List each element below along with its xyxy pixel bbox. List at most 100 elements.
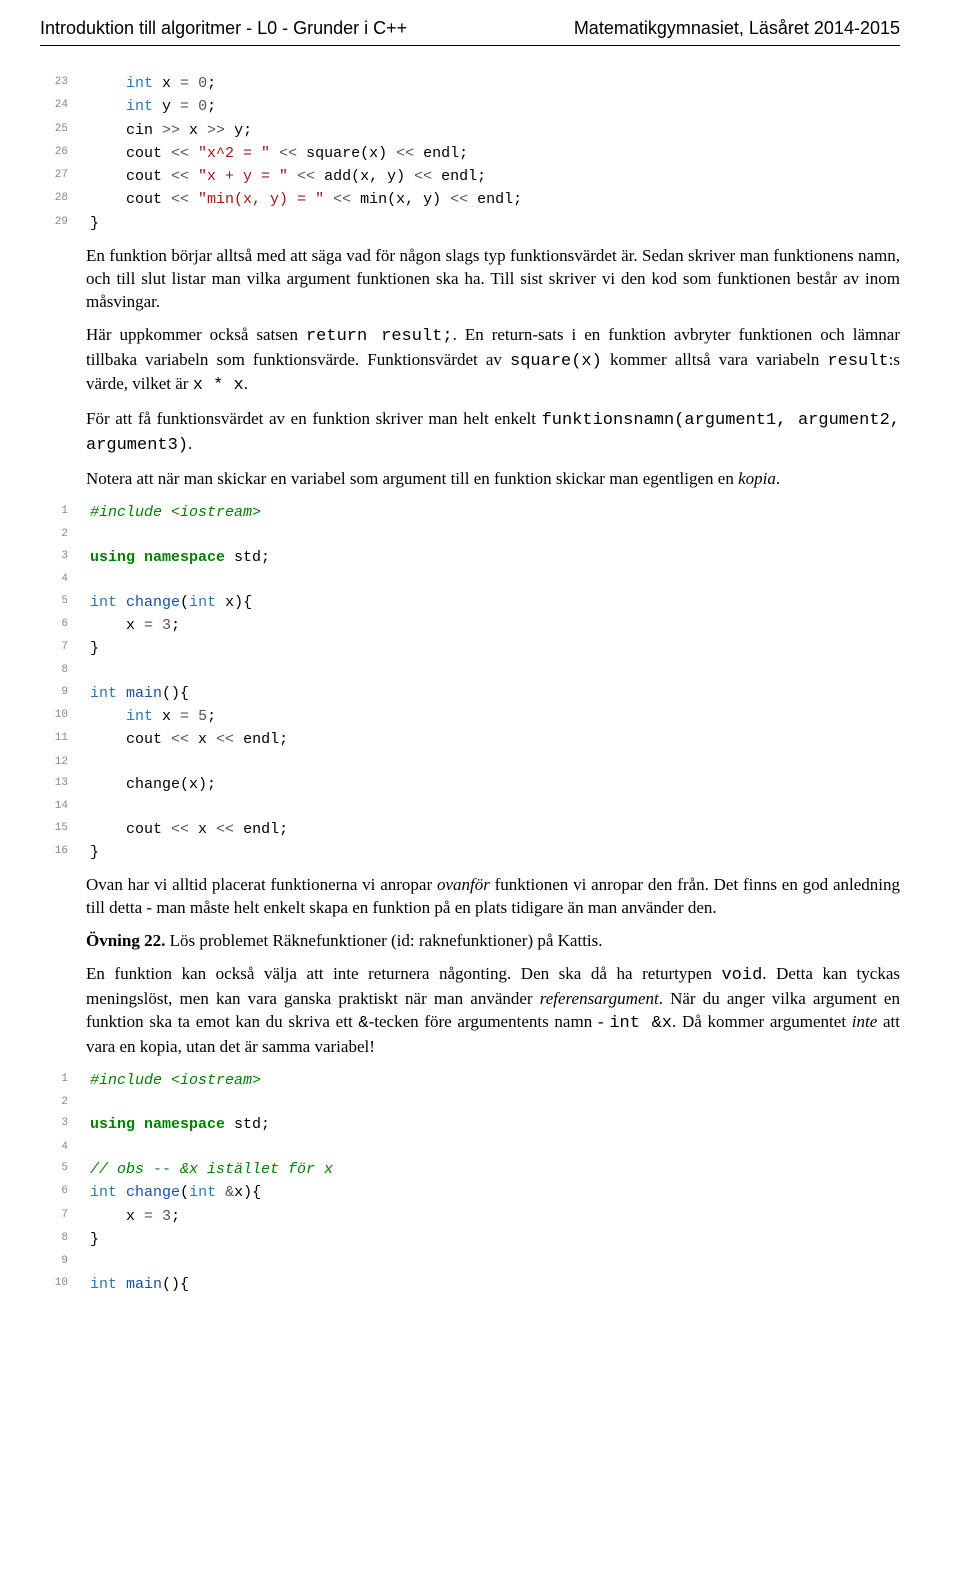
line-number: 6 [40,1181,90,1204]
line-number: 6 [40,614,90,637]
code-line: 9int main(){ [40,682,900,705]
code-line: 4 [40,1137,900,1158]
page-header: Introduktion till algoritmer - L0 - Grun… [40,0,900,46]
code-line: 10int main(){ [40,1273,900,1296]
line-number: 5 [40,1158,90,1181]
code-line: 8} [40,1228,900,1251]
text: . [244,374,248,393]
code-block-1: 23 int x = 0;24 int y = 0;25 cin >> x >>… [40,72,900,235]
code-text: cout << "x + y = " << add(x, y) << endl; [90,165,900,188]
code-text [90,1137,900,1158]
line-number: 12 [40,752,90,773]
code-text [90,1251,900,1272]
code-text: #include <iostream> [90,1069,900,1092]
code-text: int change(int &x){ [90,1181,900,1204]
paragraph-3: För att få funktionsvärdet av en funktio… [86,408,900,458]
code-text: using namespace std; [90,1113,900,1136]
paragraph-6: En funktion kan också välja att inte ret… [86,963,900,1059]
header-right: Matematikgymnasiet, Läsåret 2014-2015 [574,18,900,39]
code-text [90,752,900,773]
text: . Då kommer argumentet [672,1012,852,1031]
line-number: 7 [40,1205,90,1228]
italic-text: referensargument [540,989,659,1008]
code-line: 5int change(int x){ [40,591,900,614]
code-line: 16} [40,841,900,864]
italic-text: inte [852,1012,878,1031]
code-text: } [90,841,900,864]
paragraph-4: Notera att när man skickar en variabel s… [86,468,900,491]
code-text: // obs -- &x istället för x [90,1158,900,1181]
code-text: } [90,212,900,235]
code-line: 7} [40,637,900,660]
line-number: 2 [40,524,90,545]
code-line: 6 x = 3; [40,614,900,637]
code-text: int x = 0; [90,72,900,95]
code-line: 24 int y = 0; [40,95,900,118]
code-block-3: 1#include <iostream>23using namespace st… [40,1069,900,1296]
code-text [90,524,900,545]
line-number: 25 [40,119,90,142]
code-text [90,796,900,817]
line-number: 4 [40,569,90,590]
code-text: int y = 0; [90,95,900,118]
code-text: cout << x << endl; [90,728,900,751]
exercise-22: Övning 22. Lös problemet Räknefunktioner… [86,930,900,953]
text: kommer alltså vara variabeln [602,350,828,369]
line-number: 2 [40,1092,90,1113]
line-number: 28 [40,188,90,211]
line-number: 9 [40,1251,90,1272]
line-number: 14 [40,796,90,817]
code-text: x = 3; [90,614,900,637]
code-text: int change(int x){ [90,591,900,614]
line-number: 29 [40,212,90,235]
line-number: 1 [40,1069,90,1092]
inline-code: result [827,352,888,371]
code-line: 5// obs -- &x istället för x [40,1158,900,1181]
code-line: 29} [40,212,900,235]
code-text: int main(){ [90,1273,900,1296]
code-line: 26 cout << "x^2 = " << square(x) << endl… [40,142,900,165]
line-number: 15 [40,818,90,841]
code-text [90,1092,900,1113]
code-text: using namespace std; [90,546,900,569]
text: Här uppkommer också satsen [86,325,306,344]
line-number: 9 [40,682,90,705]
text: Ovan har vi alltid placerat funktionerna… [86,875,437,894]
paragraph-5: Ovan har vi alltid placerat funktionerna… [86,874,900,920]
inline-code: & [358,1014,368,1033]
page-container: Introduktion till algoritmer - L0 - Grun… [0,0,960,1336]
code-line: 15 cout << x << endl; [40,818,900,841]
code-text: #include <iostream> [90,501,900,524]
code-text: } [90,637,900,660]
code-line: 1#include <iostream> [40,501,900,524]
line-number: 24 [40,95,90,118]
inline-code: square(x) [510,352,602,371]
code-line: 27 cout << "x + y = " << add(x, y) << en… [40,165,900,188]
line-number: 10 [40,705,90,728]
code-block-2: 1#include <iostream>23using namespace st… [40,501,900,864]
italic-text: kopia [738,469,776,488]
code-text: int x = 5; [90,705,900,728]
code-line: 25 cin >> x >> y; [40,119,900,142]
code-text: int main(){ [90,682,900,705]
line-number: 4 [40,1137,90,1158]
line-number: 1 [40,501,90,524]
paragraph-1: En funktion börjar alltså med att säga v… [86,245,900,314]
code-line: 2 [40,524,900,545]
line-number: 13 [40,773,90,796]
paragraph-2: Här uppkommer också satsen return result… [86,324,900,399]
code-line: 10 int x = 5; [40,705,900,728]
italic-text: ovanför [437,875,490,894]
line-number: 26 [40,142,90,165]
code-line: 2 [40,1092,900,1113]
code-text: cin >> x >> y; [90,119,900,142]
code-line: 11 cout << x << endl; [40,728,900,751]
code-line: 3using namespace std; [40,1113,900,1136]
code-line: 28 cout << "min(x, y) = " << min(x, y) <… [40,188,900,211]
exercise-text: Lös problemet Räknefunktioner (id: rakne… [165,931,602,950]
code-text: } [90,1228,900,1251]
line-number: 7 [40,637,90,660]
inline-code: return result; [306,327,453,346]
header-left: Introduktion till algoritmer - L0 - Grun… [40,18,407,39]
line-number: 10 [40,1273,90,1296]
